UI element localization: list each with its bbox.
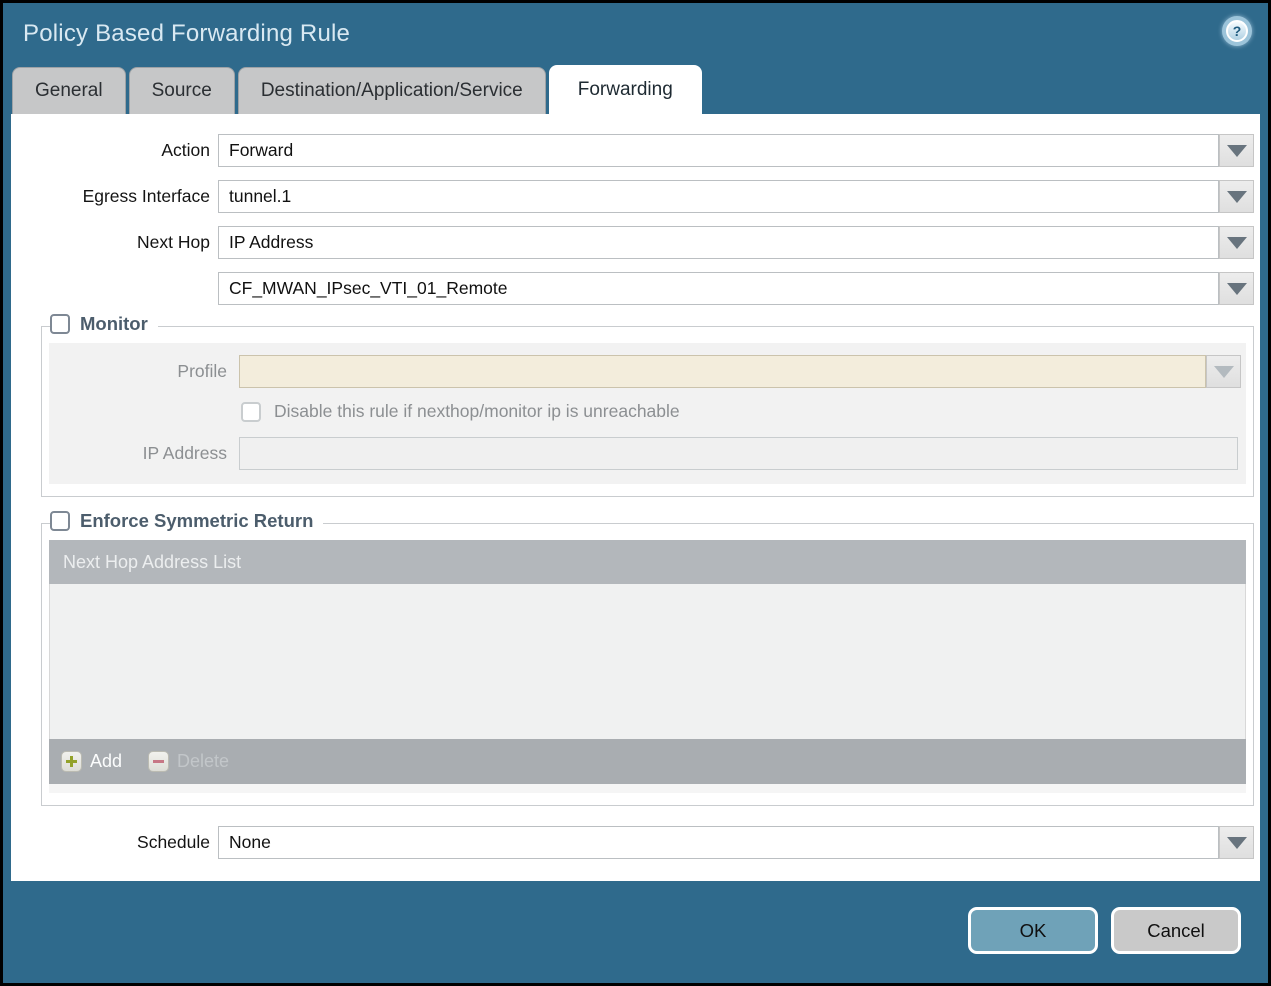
symmetric-return-legend-label: Enforce Symmetric Return (80, 510, 314, 531)
schedule-combo (218, 826, 1254, 859)
monitor-legend: Monitor (50, 313, 158, 335)
dialog-titlebar: Policy Based Forwarding Rule ? (3, 3, 1268, 65)
tab-destination-application-service[interactable]: Destination/Application/Service (237, 67, 546, 114)
next-hop-address-field[interactable] (218, 272, 1219, 305)
add-plus-icon (61, 751, 82, 772)
monitor-legend-label: Monitor (80, 313, 148, 334)
cancel-button[interactable]: Cancel (1111, 907, 1241, 954)
table-body[interactable] (49, 584, 1246, 739)
table-scroll-strip (49, 784, 1246, 793)
next-hop-combo (218, 226, 1254, 259)
chevron-down-icon (1226, 282, 1247, 295)
next-hop-address-list-table: Next Hop Address List Add Delete (49, 540, 1246, 793)
chevron-down-icon (1213, 365, 1234, 378)
help-icon[interactable]: ? (1222, 16, 1252, 46)
dialog-title: Policy Based Forwarding Rule (23, 20, 351, 47)
action-field[interactable] (218, 134, 1219, 167)
monitor-checkbox[interactable] (50, 314, 70, 334)
action-combo (218, 134, 1254, 167)
egress-interface-combo (218, 180, 1254, 213)
delete-minus-icon (148, 751, 170, 772)
profile-combo (239, 355, 1241, 388)
delete-button: Delete (148, 751, 229, 772)
dialog-footer: OK Cancel (3, 881, 1268, 983)
action-dropdown-button[interactable] (1219, 134, 1254, 167)
next-hop-address-row (11, 272, 1254, 305)
schedule-field[interactable] (218, 826, 1219, 859)
monitor-fieldset: Monitor Profile Disable this rule if nex… (41, 313, 1254, 497)
next-hop-dropdown-button[interactable] (1219, 226, 1254, 259)
table-header: Next Hop Address List (49, 540, 1246, 584)
symmetric-return-fieldset: Enforce Symmetric Return Next Hop Addres… (41, 510, 1254, 806)
egress-interface-row: Egress Interface (11, 180, 1254, 213)
disable-rule-label: Disable this rule if nexthop/monitor ip … (274, 401, 680, 421)
egress-interface-dropdown-button[interactable] (1219, 180, 1254, 213)
tab-source[interactable]: Source (128, 67, 235, 114)
next-hop-label: Next Hop (137, 232, 210, 252)
next-hop-type-field[interactable] (218, 226, 1219, 259)
monitor-panel: Profile Disable this rule if nexthop/mon… (49, 343, 1246, 484)
symmetric-return-checkbox[interactable] (50, 511, 70, 531)
tab-content-forwarding: Action Egress Interface Next Hop (11, 114, 1260, 881)
symmetric-return-legend: Enforce Symmetric Return (50, 510, 324, 532)
table-footer: Add Delete (49, 739, 1246, 784)
help-icon-glyph: ? (1226, 20, 1248, 42)
monitor-ip-address-label: IP Address (142, 443, 227, 463)
tab-bar: General Source Destination/Application/S… (3, 65, 1268, 114)
monitor-ip-address-row: IP Address (49, 437, 1241, 470)
add-button-label: Add (90, 751, 123, 771)
monitor-ip-address-combo (239, 437, 1238, 470)
chevron-down-icon (1226, 144, 1247, 157)
chevron-down-icon (1226, 236, 1247, 249)
next-hop-address-combo (218, 272, 1254, 305)
next-hop-address-dropdown-button[interactable] (1219, 272, 1254, 305)
ok-button[interactable]: OK (968, 907, 1098, 954)
disable-rule-row: Disable this rule if nexthop/monitor ip … (241, 401, 1241, 422)
tab-forwarding[interactable]: Forwarding (548, 65, 702, 114)
tab-general[interactable]: General (12, 67, 126, 114)
table-header-label: Next Hop Address List (63, 551, 242, 572)
policy-based-forwarding-dialog: Policy Based Forwarding Rule ? General S… (3, 3, 1268, 983)
schedule-row: Schedule (11, 826, 1254, 859)
action-label: Action (161, 140, 210, 160)
schedule-dropdown-button[interactable] (1219, 826, 1254, 859)
profile-dropdown-button (1206, 355, 1241, 388)
egress-interface-label: Egress Interface (82, 186, 210, 206)
chevron-down-icon (1226, 190, 1247, 203)
add-button[interactable]: Add (61, 751, 122, 772)
monitor-ip-address-field (239, 437, 1238, 470)
profile-label: Profile (177, 361, 227, 381)
action-row: Action (11, 134, 1254, 167)
profile-field (239, 355, 1206, 388)
schedule-label: Schedule (137, 832, 210, 852)
disable-rule-checkbox (241, 401, 261, 422)
egress-interface-field[interactable] (218, 180, 1219, 213)
chevron-down-icon (1226, 836, 1247, 849)
delete-button-label: Delete (177, 751, 230, 771)
profile-row: Profile (49, 355, 1241, 388)
next-hop-row: Next Hop (11, 226, 1254, 259)
